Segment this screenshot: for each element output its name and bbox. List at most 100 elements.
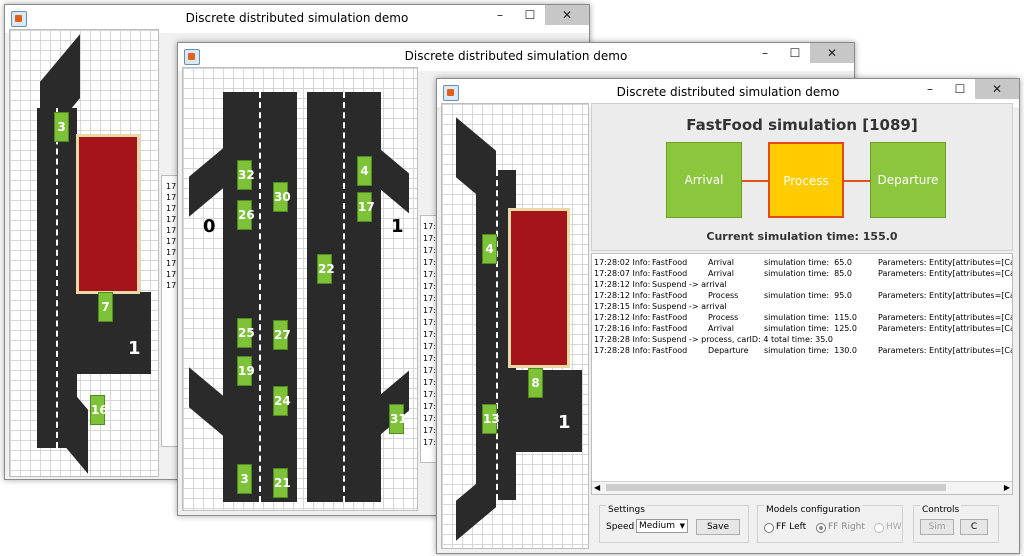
ff-left-radio[interactable] xyxy=(764,523,774,533)
speed-select[interactable]: Medium ▼ xyxy=(636,519,688,533)
car: 3 xyxy=(54,112,69,142)
log-params: Parameters: Entity[attributes=[Car xyxy=(878,269,1013,278)
car: 31 xyxy=(389,404,407,434)
car: 30 xyxy=(273,182,291,212)
log-model: FastFood xyxy=(652,324,688,333)
car: 4 xyxy=(357,156,372,186)
log-row: 17:28:02 Info: FastFood Arrival simulati… xyxy=(592,258,1012,269)
scroll-left-icon[interactable]: ◀ xyxy=(594,482,600,493)
log-line: 17: xyxy=(423,318,436,327)
scroll-thumb[interactable] xyxy=(606,484,946,491)
log-sim-time: simulation time: 130.0 xyxy=(764,346,858,355)
save-button[interactable]: Save xyxy=(696,519,740,535)
control-bar: Settings Speed Medium ▼ Save Models conf… xyxy=(591,495,1015,549)
car: 32 xyxy=(237,160,255,190)
maximize-icon[interactable]: ☐ xyxy=(780,43,810,63)
minimize-icon[interactable]: – xyxy=(915,79,945,99)
c-button[interactable]: C xyxy=(960,519,988,535)
log-sim-time: simulation time: 115.0 xyxy=(764,313,858,322)
settings-caption: Settings xyxy=(606,505,647,515)
log-line: 17: xyxy=(423,282,436,291)
log-horizontal-scrollbar[interactable]: ◀ ▶ xyxy=(592,481,1012,494)
log-sim-time: simulation time: 125.0 xyxy=(764,324,858,333)
log-line: 17: xyxy=(423,426,436,435)
controls-caption: Controls xyxy=(920,505,962,515)
car: 26 xyxy=(237,200,255,230)
car: 25 xyxy=(237,318,255,348)
chevron-down-icon: ▼ xyxy=(679,522,685,530)
scroll-right-icon[interactable]: ▶ xyxy=(1004,482,1010,493)
log-time: 17:28:07 Info: xyxy=(594,269,651,278)
log-time: 17:28:28 Info: xyxy=(594,346,651,355)
log-row: 17:28:12 Info: FastFood Process simulati… xyxy=(592,313,1012,324)
lane-divider xyxy=(343,92,345,502)
lane-label-left: 0 xyxy=(203,216,216,237)
log-line: 17: xyxy=(423,222,436,231)
car: 24 xyxy=(273,386,291,416)
log-params: Parameters: Entity[attributes=[Car xyxy=(878,346,1013,355)
car: 3 xyxy=(237,464,252,494)
highway-canvas: 0 1 32 30 26 4 17 22 25 27 19 24 31 3 21 xyxy=(182,67,418,511)
log-model: Suspend -> arrival xyxy=(652,280,727,289)
log-row: 17:28:07 Info: FastFood Arrival simulati… xyxy=(592,269,1012,280)
log-params: Parameters: Entity[attributes=[Car xyxy=(878,291,1013,300)
restaurant-roof xyxy=(76,134,140,294)
log-time: 17:28:12 Info: xyxy=(594,313,651,322)
log-sim-time: simulation time: 85.0 xyxy=(764,269,852,278)
ff-right-radio[interactable] xyxy=(816,523,826,533)
restaurant-roof xyxy=(508,208,570,368)
log-event: Arrival xyxy=(708,269,734,278)
car: 17 xyxy=(357,192,375,222)
log-line: 17: xyxy=(423,390,436,399)
car: 8 xyxy=(528,368,543,398)
event-log[interactable]: 17:28:02 Info: FastFood Arrival simulati… xyxy=(591,253,1013,495)
hw-radio[interactable] xyxy=(874,523,884,533)
log-model: Suspend -> process, carID: 4 total time:… xyxy=(652,335,833,344)
settings-group: Settings Speed Medium ▼ Save xyxy=(599,505,749,543)
log-line: 17: xyxy=(423,306,436,315)
maximize-icon[interactable]: ☐ xyxy=(515,5,545,25)
car: 4 xyxy=(482,234,497,264)
drive-thru-lane xyxy=(516,370,582,452)
map-canvas: 4 8 13 1 xyxy=(441,103,589,549)
ff-right-label: FF Right xyxy=(828,522,865,532)
close-icon[interactable]: ✕ xyxy=(545,5,589,25)
log-params: Parameters: Entity[attributes=[Car xyxy=(878,258,1013,267)
models-caption: Models configuration xyxy=(764,505,863,515)
log-model: FastFood xyxy=(652,346,688,355)
car: 13 xyxy=(482,404,500,434)
minimize-icon[interactable]: – xyxy=(485,5,515,25)
models-configuration-group: Models configuration FF Left FF Right HW xyxy=(757,505,903,543)
log-row: 17:28:12 Info: Suspend -> arrival xyxy=(592,280,1012,291)
log-row: 17:28:28 Info: FastFood Departure simula… xyxy=(592,346,1012,357)
log-line: 17: xyxy=(423,294,436,303)
maximize-icon[interactable]: ☐ xyxy=(945,79,975,99)
log-model: FastFood xyxy=(652,313,688,322)
minimize-icon[interactable]: – xyxy=(750,43,780,63)
log-time: 17:28:02 Info: xyxy=(594,258,651,267)
close-icon[interactable]: ✕ xyxy=(810,43,854,63)
lane-label-right: 1 xyxy=(391,216,404,237)
sim-button[interactable]: Sim xyxy=(920,519,954,535)
lane-label: 1 xyxy=(558,412,571,433)
lane-divider xyxy=(496,170,498,500)
lane-divider xyxy=(259,92,261,502)
log-model: FastFood xyxy=(652,258,688,267)
log-sim-time: simulation time: 95.0 xyxy=(764,291,852,300)
log-line: 17: xyxy=(423,246,436,255)
log-time: 17:28:15 Info: xyxy=(594,302,651,311)
log-line: 17: xyxy=(423,354,436,363)
log-line: 17: xyxy=(423,402,436,411)
arrival-box: Arrival xyxy=(666,142,742,218)
simulation-window-3: Discrete distributed simulation demo – ☐… xyxy=(436,78,1020,554)
speed-value: Medium xyxy=(639,521,675,531)
simulation-panel: FastFood simulation [1089] Arrival Proce… xyxy=(591,103,1013,251)
log-line: 17: xyxy=(423,234,436,243)
close-icon[interactable]: ✕ xyxy=(975,79,1019,99)
ff-left-label: FF Left xyxy=(776,522,807,532)
log-model: FastFood xyxy=(652,269,688,278)
process-box: Process xyxy=(768,142,844,218)
log-event: Arrival xyxy=(708,258,734,267)
log-model: FastFood xyxy=(652,291,688,300)
log-line: 17: xyxy=(423,270,436,279)
